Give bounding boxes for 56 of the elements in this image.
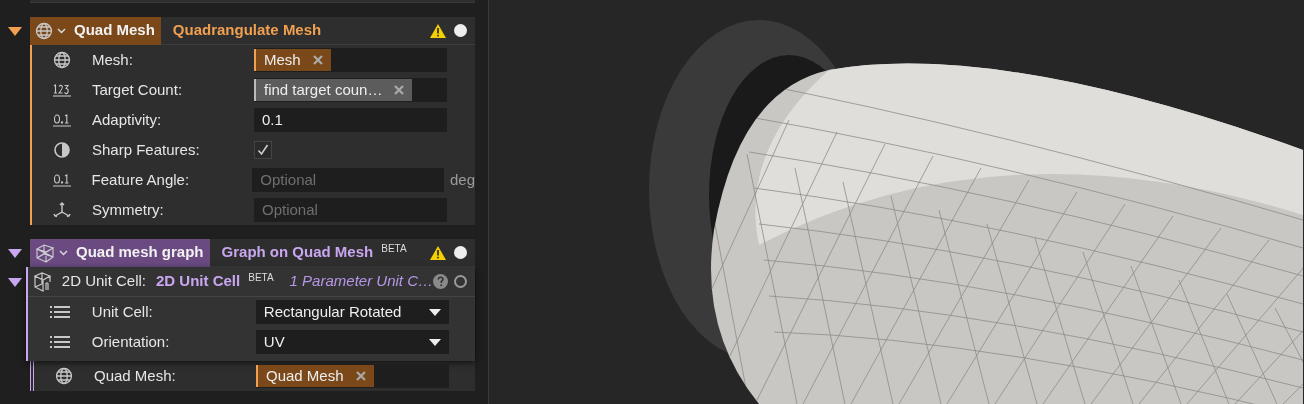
unit-label: deg — [449, 169, 475, 190]
help-icon[interactable] — [433, 274, 448, 289]
node-name: Quad mesh graph — [76, 242, 204, 263]
unit-cell-icon — [32, 271, 53, 292]
reference-field[interactable]: find target coun… — [254, 78, 447, 102]
remove-icon[interactable] — [312, 55, 323, 65]
reference-field[interactable]: Mesh — [254, 48, 447, 72]
node-name: Quad Mesh — [74, 20, 155, 41]
sub-node-description: 1 Parameter Unit C… — [289, 271, 433, 292]
parameter-label: Unit Cell: — [91, 301, 154, 322]
wireframe-cube-icon — [35, 242, 55, 263]
half-circle-icon — [53, 141, 71, 159]
input-field[interactable]: Optional — [252, 168, 444, 192]
globe-icon — [55, 367, 73, 385]
chevron-down-icon[interactable] — [57, 27, 66, 34]
node-chip[interactable]: Quad Mesh — [30, 16, 161, 45]
sub-node-name[interactable]: 2D Unit Cell — [156, 270, 241, 293]
beta-label: BETA — [248, 271, 274, 285]
decimal-type-icon — [52, 112, 72, 128]
reference-chip[interactable]: find target coun… — [254, 79, 413, 101]
parameter-label: Mesh: — [92, 49, 134, 70]
beta-label: BETA — [381, 242, 407, 256]
list-icon — [48, 304, 71, 320]
remove-icon[interactable] — [394, 85, 405, 95]
input-field[interactable]: Optional — [254, 198, 447, 222]
parameter-label: Symmetry: — [92, 199, 165, 220]
dropdown-arrow-icon[interactable] — [428, 308, 441, 316]
node-chip[interactable]: Quad mesh graph — [30, 238, 210, 267]
decimal-type-icon — [51, 172, 72, 188]
parameter-label: Orientation: — [91, 331, 171, 352]
globe-icon — [35, 21, 53, 40]
node-title: Graph on Quad Mesh — [221, 242, 374, 263]
expand-triangle-icon[interactable] — [7, 277, 22, 287]
parameter-label: Target Count: — [92, 79, 184, 100]
integer-type-icon — [52, 82, 72, 98]
dropdown-field[interactable]: Rectangular Rotated — [255, 300, 449, 324]
parameter-label: Adaptivity: — [92, 109, 163, 130]
reference-chip[interactable]: Mesh — [254, 49, 331, 71]
expand-triangle-icon[interactable] — [8, 26, 22, 36]
axes-icon — [52, 201, 72, 219]
parameter-label: Quad Mesh: — [94, 365, 177, 386]
reference-chip[interactable]: Quad Mesh — [256, 365, 374, 387]
parameter-label: Sharp Features: — [92, 139, 201, 160]
checkbox[interactable] — [254, 141, 272, 159]
list-icon — [48, 334, 71, 350]
sub-node-label: 2D Unit Cell: — [61, 271, 147, 292]
dropdown-arrow-icon[interactable] — [428, 338, 441, 346]
reference-field[interactable]: Quad Mesh — [256, 364, 449, 388]
parameter-label: Feature Angle: — [91, 169, 191, 190]
expand-triangle-icon[interactable] — [8, 248, 22, 258]
remove-icon[interactable] — [355, 371, 366, 381]
globe-icon — [53, 51, 71, 69]
node-title: Quadrangulate Mesh — [172, 20, 322, 41]
value-field[interactable]: 0.1 — [254, 108, 447, 132]
dropdown-field[interactable]: UV — [255, 330, 449, 354]
chevron-down-icon[interactable] — [59, 249, 68, 256]
